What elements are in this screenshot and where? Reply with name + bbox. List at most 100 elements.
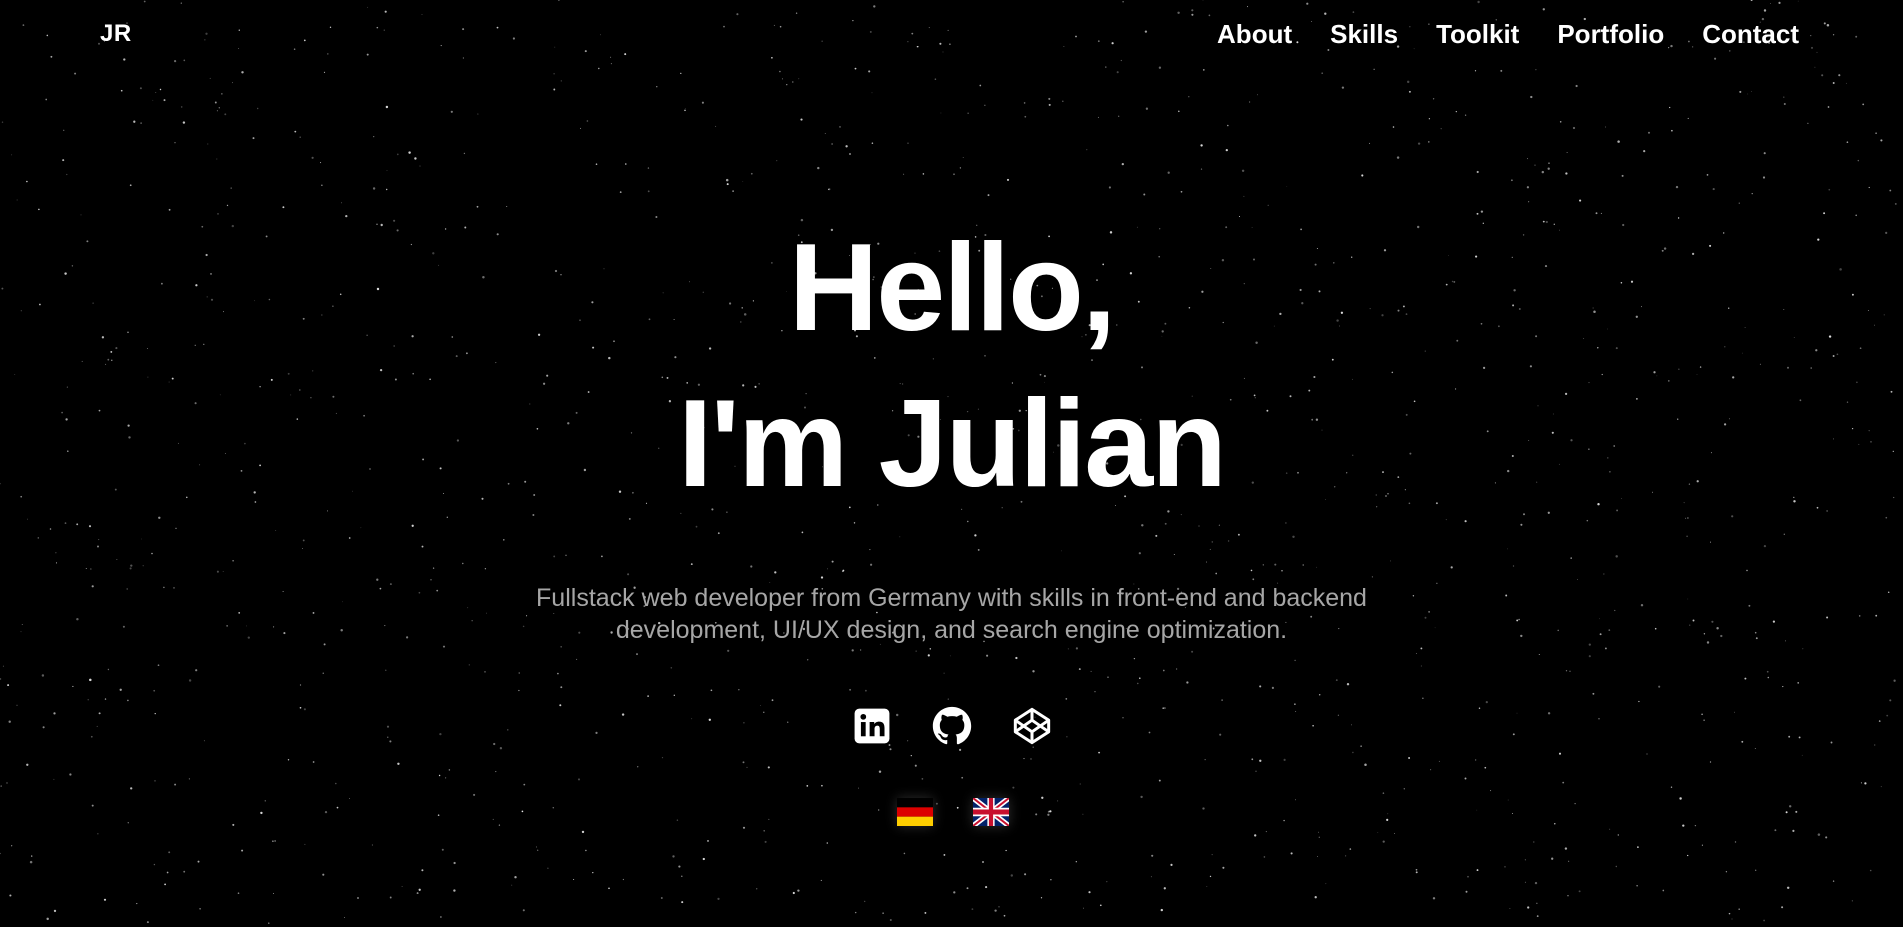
star xyxy=(197,860,200,863)
star xyxy=(1671,129,1673,132)
star xyxy=(1889,189,1892,192)
star xyxy=(386,188,388,191)
star xyxy=(1344,855,1347,857)
star xyxy=(477,113,479,115)
star xyxy=(1747,93,1749,95)
star xyxy=(1160,908,1163,912)
star xyxy=(1241,169,1245,173)
star xyxy=(216,158,218,160)
star xyxy=(155,92,157,93)
star xyxy=(792,891,795,895)
star xyxy=(1406,80,1410,84)
star xyxy=(1151,854,1154,857)
star xyxy=(224,113,227,116)
nav-link-skills[interactable]: Skills xyxy=(1330,19,1398,50)
star xyxy=(647,167,650,169)
nav-link-about[interactable]: About xyxy=(1217,19,1292,50)
star xyxy=(1712,188,1715,191)
nav-link-contact[interactable]: Contact xyxy=(1702,19,1799,50)
star xyxy=(453,861,456,865)
star xyxy=(1846,141,1849,144)
star xyxy=(826,842,829,844)
star xyxy=(1880,139,1883,142)
github-icon[interactable] xyxy=(932,706,972,746)
star xyxy=(1225,148,1228,152)
uk-flag-icon[interactable] xyxy=(972,798,1009,826)
star xyxy=(320,162,322,164)
star xyxy=(1317,856,1318,857)
star xyxy=(903,852,906,855)
nav-link-portfolio[interactable]: Portfolio xyxy=(1557,19,1664,50)
star xyxy=(1547,167,1550,170)
star xyxy=(273,893,275,895)
star xyxy=(1528,201,1530,203)
star xyxy=(1755,869,1757,871)
german-flag-icon[interactable] xyxy=(896,798,933,826)
star xyxy=(1349,848,1352,850)
star xyxy=(1341,86,1345,89)
star xyxy=(732,190,734,192)
star xyxy=(1200,168,1203,170)
star xyxy=(1290,852,1293,855)
star xyxy=(701,101,704,104)
star xyxy=(140,122,142,124)
star xyxy=(199,907,201,910)
star xyxy=(1706,174,1709,176)
linkedin-icon[interactable] xyxy=(852,706,892,746)
star xyxy=(182,121,186,124)
star xyxy=(647,190,650,193)
star xyxy=(981,860,985,864)
star xyxy=(1211,854,1213,856)
star xyxy=(1572,126,1576,130)
logo[interactable]: JR xyxy=(100,20,132,48)
star xyxy=(1227,124,1229,127)
star xyxy=(214,101,217,104)
codepen-icon[interactable] xyxy=(1012,706,1052,746)
star xyxy=(174,142,176,144)
star xyxy=(1734,841,1737,843)
star xyxy=(282,206,285,209)
star xyxy=(994,909,997,912)
star xyxy=(1428,118,1431,120)
star xyxy=(839,126,841,128)
star xyxy=(274,840,276,842)
star xyxy=(1396,156,1400,159)
star xyxy=(1108,186,1111,189)
star xyxy=(797,889,800,892)
star xyxy=(1731,918,1733,920)
star xyxy=(684,108,686,110)
star xyxy=(966,887,969,890)
star xyxy=(1321,72,1324,75)
star xyxy=(586,120,589,122)
star xyxy=(1003,914,1006,917)
nav-link-toolkit[interactable]: Toolkit xyxy=(1436,19,1519,50)
hero-title: Hello, I'm Julian xyxy=(0,210,1903,522)
star xyxy=(560,80,562,82)
star xyxy=(1738,202,1740,204)
star xyxy=(11,845,13,847)
star xyxy=(45,98,48,101)
star xyxy=(1097,116,1099,118)
star xyxy=(1783,102,1786,106)
star xyxy=(1106,880,1108,883)
star xyxy=(1464,114,1467,116)
star xyxy=(252,137,255,140)
star xyxy=(74,72,77,75)
star xyxy=(120,89,123,92)
star xyxy=(1121,162,1124,166)
star xyxy=(372,187,376,190)
star xyxy=(1178,110,1180,113)
star xyxy=(1455,111,1457,113)
star xyxy=(715,125,717,127)
star xyxy=(592,871,594,874)
star xyxy=(1428,141,1430,143)
star xyxy=(871,92,873,94)
star xyxy=(441,848,444,851)
star xyxy=(11,154,13,156)
star xyxy=(1415,871,1418,874)
star xyxy=(1662,889,1665,892)
star xyxy=(845,145,848,148)
top-navigation: JR About Skills Toolkit Portfolio Contac… xyxy=(0,0,1903,72)
star xyxy=(786,84,788,86)
star xyxy=(756,888,758,890)
